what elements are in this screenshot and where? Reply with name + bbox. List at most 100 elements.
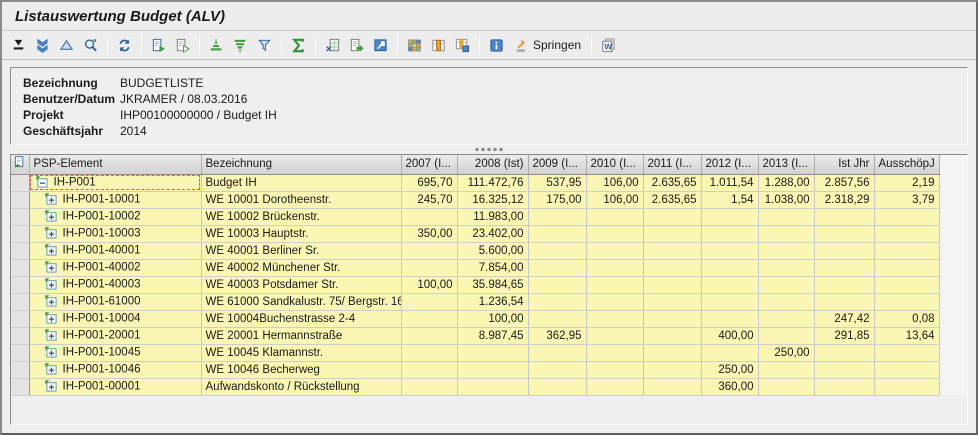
row-selector-cell[interactable]: [11, 327, 29, 344]
value-cell-y2011[interactable]: [643, 208, 701, 225]
value-cell-ausschoepj[interactable]: [874, 361, 939, 378]
value-cell-y2010[interactable]: [586, 259, 643, 276]
value-cell-y2009[interactable]: [528, 276, 586, 293]
value-cell-y2012[interactable]: 250,00: [701, 361, 758, 378]
value-cell-y2007[interactable]: [401, 208, 457, 225]
expand-node-toggle[interactable]: [44, 192, 59, 207]
value-cell-y2009[interactable]: [528, 378, 586, 395]
psp-cell[interactable]: IH-P001-10004: [29, 310, 201, 327]
psp-cell[interactable]: IH-P001-40003: [29, 276, 201, 293]
value-cell-y2010[interactable]: [586, 242, 643, 259]
psp-cell[interactable]: IH-P001-20001: [29, 327, 201, 344]
value-cell-y2010[interactable]: [586, 310, 643, 327]
collapse-all-button[interactable]: [55, 33, 78, 57]
search-button[interactable]: [79, 33, 102, 57]
excel-export-button[interactable]: [321, 33, 344, 57]
value-cell-y2007[interactable]: [401, 344, 457, 361]
value-cell-y2011[interactable]: [643, 327, 701, 344]
psp-cell[interactable]: IH-P001-10003: [29, 225, 201, 242]
bezeichnung-cell[interactable]: WE 40001 Berliner Sr.: [201, 242, 401, 259]
expand-node-toggle[interactable]: [44, 277, 59, 292]
expand-node-toggle[interactable]: [44, 311, 59, 326]
value-cell-y2013[interactable]: [758, 276, 814, 293]
row-selector-cell[interactable]: [11, 208, 29, 225]
value-cell-y2012[interactable]: 360,00: [701, 378, 758, 395]
value-cell-y2010[interactable]: [586, 225, 643, 242]
value-cell-ist_jhr[interactable]: 247,42: [814, 310, 874, 327]
column-header-y2009[interactable]: 2009 (I...: [528, 155, 586, 174]
column-header-psp[interactable]: PSP-Element: [29, 155, 201, 174]
expand-node-toggle[interactable]: [44, 379, 59, 394]
value-cell-ist_jhr[interactable]: [814, 378, 874, 395]
bezeichnung-cell[interactable]: WE 10002 Brückenstr.: [201, 208, 401, 225]
value-cell-ist_jhr[interactable]: [814, 361, 874, 378]
psp-cell[interactable]: IH-P001-40002: [29, 259, 201, 276]
column-header-y2011[interactable]: 2011 (I...: [643, 155, 701, 174]
word-export-button[interactable]: W: [597, 33, 620, 57]
value-cell-y2010[interactable]: [586, 208, 643, 225]
sum-button[interactable]: [287, 33, 310, 57]
value-cell-y2007[interactable]: 695,70: [401, 174, 457, 191]
value-cell-ausschoepj[interactable]: 0,08: [874, 310, 939, 327]
psp-cell[interactable]: IH-P001-10046: [29, 361, 201, 378]
value-cell-y2012[interactable]: [701, 310, 758, 327]
column-header-y2008[interactable]: 2008 (Ist): [457, 155, 528, 174]
psp-cell[interactable]: IH-P001-10001: [29, 191, 201, 208]
value-cell-y2007[interactable]: [401, 293, 457, 310]
value-cell-y2008[interactable]: 100,00: [457, 310, 528, 327]
bezeichnung-cell[interactable]: Aufwandskonto / Rückstellung: [201, 378, 401, 395]
value-cell-y2007[interactable]: [401, 327, 457, 344]
value-cell-y2012[interactable]: 1,54: [701, 191, 758, 208]
print-preview-button[interactable]: [369, 33, 392, 57]
value-cell-y2011[interactable]: [643, 378, 701, 395]
jump-button[interactable]: Springen: [509, 33, 586, 57]
value-cell-y2012[interactable]: [701, 259, 758, 276]
value-cell-y2011[interactable]: [643, 225, 701, 242]
value-cell-y2007[interactable]: [401, 361, 457, 378]
value-cell-y2008[interactable]: 16.325,12: [457, 191, 528, 208]
value-cell-y2009[interactable]: 362,95: [528, 327, 586, 344]
value-cell-y2009[interactable]: [528, 225, 586, 242]
row-selector-cell[interactable]: [11, 361, 29, 378]
psp-cell[interactable]: IH-P001-10002: [29, 208, 201, 225]
value-cell-y2013[interactable]: [758, 208, 814, 225]
value-cell-ist_jhr[interactable]: [814, 276, 874, 293]
value-cell-y2013[interactable]: 250,00: [758, 344, 814, 361]
bezeichnung-cell[interactable]: WE 10001 Dorotheenstr.: [201, 191, 401, 208]
value-cell-y2008[interactable]: 111.472,76: [457, 174, 528, 191]
value-cell-ausschoepj[interactable]: [874, 344, 939, 361]
psp-cell[interactable]: IH-P001-10045: [29, 344, 201, 361]
change-layout-button[interactable]: [427, 33, 450, 57]
value-cell-y2010[interactable]: [586, 378, 643, 395]
column-header-ausschoepj[interactable]: AusschöpJ: [874, 155, 939, 174]
value-cell-y2009[interactable]: [528, 208, 586, 225]
splitter-handle[interactable]: [10, 145, 968, 154]
bezeichnung-cell[interactable]: Budget IH: [201, 174, 401, 191]
psp-cell[interactable]: IH-P001-40001: [29, 242, 201, 259]
psp-cell-selected[interactable]: IH-P001: [29, 174, 201, 191]
value-cell-y2010[interactable]: [586, 344, 643, 361]
value-cell-y2013[interactable]: [758, 242, 814, 259]
expand-node-toggle[interactable]: [44, 226, 59, 241]
value-cell-y2008[interactable]: 1.236,54: [457, 293, 528, 310]
value-cell-y2013[interactable]: 1.038,00: [758, 191, 814, 208]
value-cell-y2008[interactable]: 23.402,00: [457, 225, 528, 242]
row-selector-cell[interactable]: [11, 344, 29, 361]
value-cell-ausschoepj[interactable]: [874, 276, 939, 293]
row-selector-cell[interactable]: [11, 225, 29, 242]
value-cell-y2012[interactable]: [701, 225, 758, 242]
value-cell-y2009[interactable]: [528, 310, 586, 327]
value-cell-y2009[interactable]: [528, 361, 586, 378]
value-cell-ist_jhr[interactable]: 291,85: [814, 327, 874, 344]
expand-node-toggle[interactable]: [44, 345, 59, 360]
value-cell-ausschoepj[interactable]: [874, 378, 939, 395]
value-cell-ausschoepj[interactable]: [874, 208, 939, 225]
value-cell-y2012[interactable]: 400,00: [701, 327, 758, 344]
value-cell-y2011[interactable]: [643, 242, 701, 259]
value-cell-y2010[interactable]: [586, 361, 643, 378]
psp-cell[interactable]: IH-P001-61000: [29, 293, 201, 310]
value-cell-ausschoepj[interactable]: 13,64: [874, 327, 939, 344]
detail-button[interactable]: [147, 33, 170, 57]
value-cell-ist_jhr[interactable]: [814, 242, 874, 259]
value-cell-ausschoepj[interactable]: [874, 259, 939, 276]
